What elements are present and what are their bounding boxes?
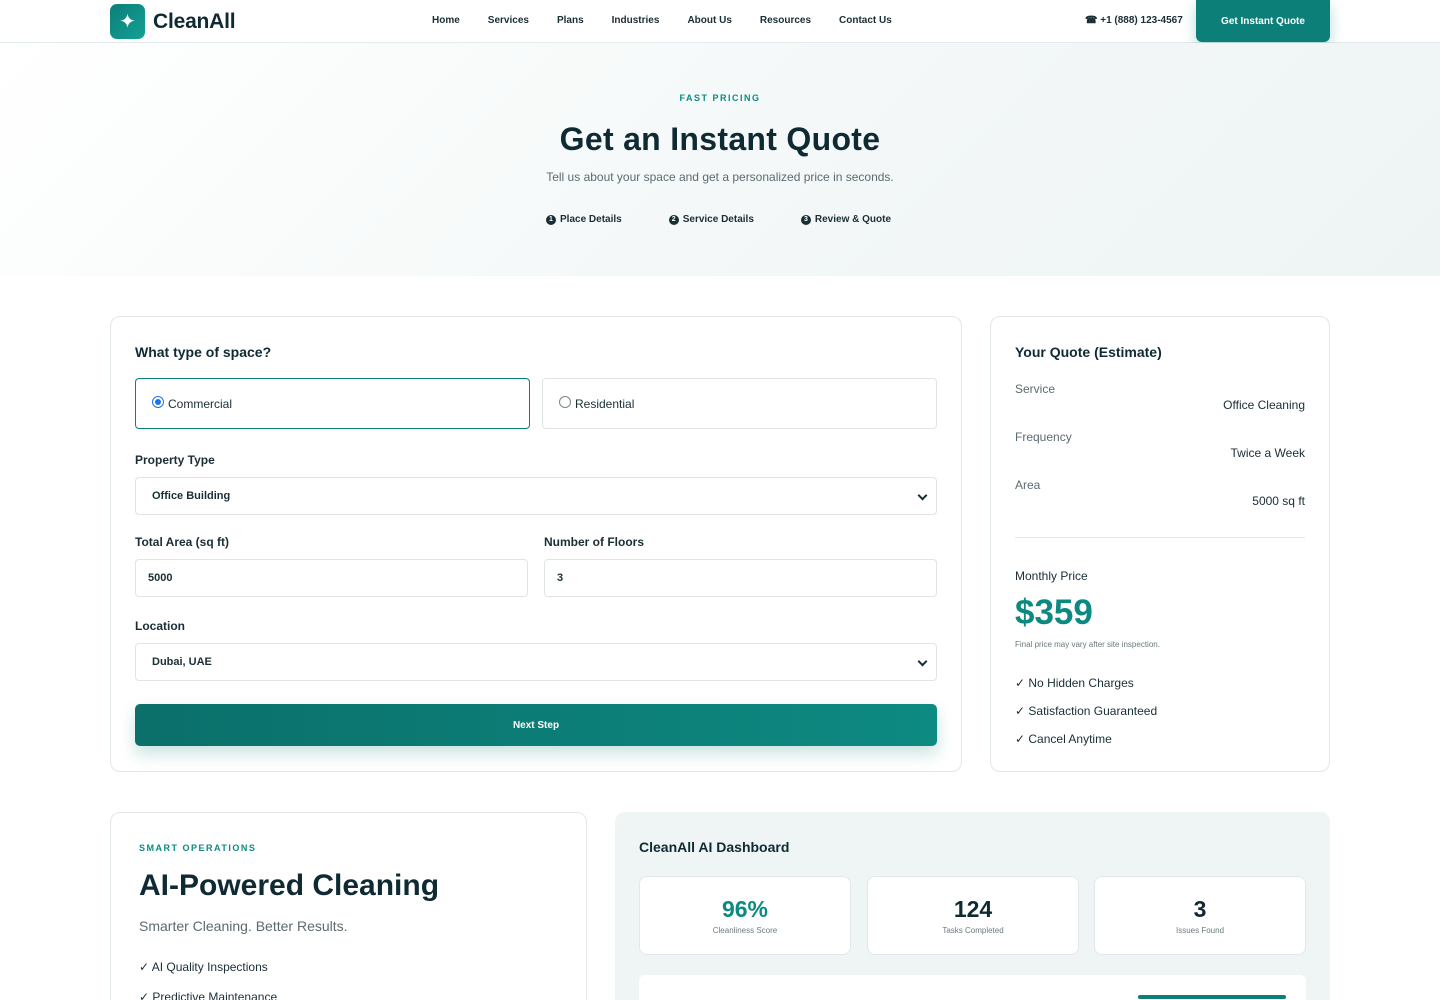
stat-cleanliness-score: 96% Cleanliness Score — [639, 876, 851, 955]
quote-row-value: Office Cleaning — [1223, 398, 1305, 412]
monthly-price: $359 — [1015, 593, 1093, 632]
page-title: Get an Instant Quote — [559, 121, 881, 157]
stat-label: Tasks Completed — [942, 926, 1004, 935]
site-header: ✦ CleanAll Home Services Plans Industrie… — [0, 0, 1440, 43]
nav-home[interactable]: Home — [432, 15, 460, 26]
radio-label: Commercial — [168, 396, 233, 411]
step-label: Service Details — [682, 214, 754, 225]
hero-subtitle: Tell us about your space and get a perso… — [546, 170, 894, 184]
brand-name: CleanAll — [153, 9, 236, 33]
benefit-item: ✓ Satisfaction Guaranteed — [1015, 704, 1158, 718]
quote-row-label: Service — [1015, 382, 1056, 396]
step-service-details[interactable]: 2 Service Details — [668, 214, 754, 225]
brand-logo[interactable]: ✦ CleanAll — [110, 4, 236, 39]
step-label: Place Details — [560, 214, 622, 225]
main-nav: Home Services Plans Industries About Us … — [432, 15, 920, 26]
quote-title: Your Quote (Estimate) — [1015, 344, 1162, 360]
stat-label: Issues Found — [1175, 926, 1225, 935]
monthly-price-label: Monthly Price — [1015, 569, 1088, 583]
quote-form-card: What type of space? Commercial Residenti… — [110, 316, 962, 772]
nav-about-us[interactable]: About Us — [687, 15, 731, 26]
ai-features-card: SMART OPERATIONS AI-Powered Cleaning Sma… — [110, 812, 587, 1000]
ai-feature-item: ✓ Predictive Maintenance — [139, 990, 278, 1000]
stat-value: 3 — [1193, 896, 1207, 922]
radio-residential[interactable]: Residential — [542, 378, 937, 429]
radio-checked-icon — [152, 395, 164, 408]
step-label: Review & Quote — [814, 214, 892, 225]
chevron-down-icon — [917, 656, 928, 667]
ai-subtitle: Smarter Cleaning. Better Results. — [139, 918, 348, 934]
radio-commercial[interactable]: Commercial — [135, 378, 530, 429]
benefit-item: ✓ No Hidden Charges — [1015, 676, 1134, 690]
location-label: Location — [135, 619, 185, 633]
ai-dashboard: CleanAll AI Dashboard 96% Cleanliness Sc… — [615, 812, 1330, 1000]
floors-label: Number of Floors — [544, 535, 645, 549]
ai-eyebrow: SMART OPERATIONS — [139, 843, 257, 853]
floors-value: 3 — [557, 572, 564, 584]
stat-value: 96% — [721, 896, 769, 922]
hero-section: FAST PRICING Get an Instant Quote Tell u… — [0, 43, 1440, 276]
total-area-label: Total Area (sq ft) — [135, 535, 230, 549]
benefit-item: ✓ Cancel Anytime — [1015, 732, 1112, 746]
space-type-heading: What type of space? — [135, 344, 272, 360]
stat-tasks-completed: 124 Tasks Completed — [867, 876, 1079, 955]
dashboard-title: CleanAll AI Dashboard — [639, 839, 790, 855]
radio-unchecked-icon — [559, 395, 571, 408]
step-indicator: 1 Place Details 2 Service Details 3 Revi… — [546, 214, 938, 225]
nav-resources[interactable]: Resources — [760, 15, 811, 26]
step-place-details[interactable]: 1 Place Details — [546, 214, 622, 225]
step-number: 3 — [800, 214, 811, 225]
nav-services[interactable]: Services — [488, 15, 529, 26]
dashboard-panel — [639, 975, 1306, 1000]
ai-feature-item: ✓ AI Quality Inspections — [139, 960, 268, 974]
location-select[interactable]: Dubai, UAE — [135, 643, 937, 681]
stat-label: Cleanliness Score — [712, 926, 778, 935]
price-note: Final price may vary after site inspecti… — [1015, 640, 1160, 649]
next-step-button[interactable]: Next Step — [135, 704, 937, 746]
step-number: 2 — [668, 214, 679, 225]
get-instant-quote-button[interactable]: Get Instant Quote — [1196, 0, 1330, 42]
nav-plans[interactable]: Plans — [557, 15, 584, 26]
hero-eyebrow: FAST PRICING — [679, 93, 761, 103]
property-type-select[interactable]: Office Building — [135, 477, 937, 515]
chevron-down-icon — [917, 490, 928, 501]
dashboard-progress-bar — [1138, 995, 1286, 999]
nav-industries[interactable]: Industries — [612, 15, 660, 26]
step-review-quote[interactable]: 3 Review & Quote — [800, 214, 892, 225]
quote-row-label: Area — [1015, 478, 1041, 492]
quote-row-value: Twice a Week — [1230, 446, 1305, 460]
stat-issues-found: 3 Issues Found — [1094, 876, 1306, 955]
step-number: 1 — [546, 214, 556, 225]
sparkle-icon: ✦ — [110, 4, 145, 39]
ai-title: AI-Powered Cleaning — [139, 869, 440, 902]
property-type-label: Property Type — [135, 453, 215, 467]
stat-value: 124 — [953, 896, 993, 922]
floors-input[interactable]: 3 — [544, 559, 937, 597]
phone-link[interactable]: ☎ +1 (888) 123-4567 — [1085, 15, 1183, 26]
quote-row-label: Frequency — [1015, 430, 1072, 444]
location-value: Dubai, UAE — [152, 656, 212, 668]
nav-contact-us[interactable]: Contact Us — [839, 15, 892, 26]
quote-summary-card: Your Quote (Estimate) Service Office Cle… — [990, 316, 1330, 772]
property-type-value: Office Building — [152, 490, 231, 502]
total-area-input[interactable]: 5000 — [135, 559, 528, 597]
radio-label: Residential — [575, 396, 635, 411]
quote-row-value: 5000 sq ft — [1252, 494, 1305, 508]
divider — [1015, 537, 1305, 538]
total-area-value: 5000 — [148, 572, 173, 584]
